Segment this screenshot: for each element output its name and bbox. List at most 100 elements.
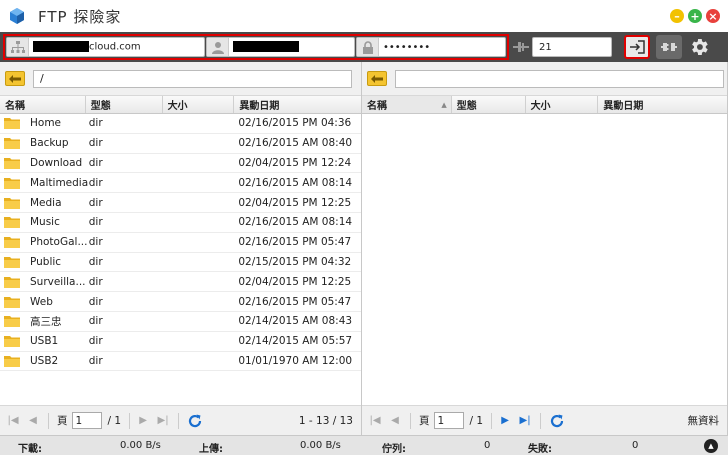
file-date: 02/14/2015 AM 08:43 [238, 315, 353, 328]
file-date: 02/16/2015 AM 08:14 [238, 176, 353, 189]
remote-path-input[interactable] [395, 69, 724, 88]
table-row[interactable]: Public dir 02/15/2015 PM 04:32 [0, 253, 361, 273]
local-pane: / 名稱 型態 大小 異動日期 Home dir 02/16/2015 PM 04:… [0, 62, 362, 435]
connect-button[interactable] [624, 35, 650, 59]
folder-icon [4, 276, 20, 288]
folder-icon [4, 256, 20, 268]
gear-icon [692, 39, 708, 55]
local-pager: |◀ ◀ 頁 1 / 1 ▶ ▶| 1 - 13 / 13 [0, 405, 361, 435]
remote-page-info: 無資料 [687, 415, 720, 427]
first-page-icon[interactable]: |◀ [368, 414, 382, 428]
table-row[interactable]: Download dir 02/04/2015 PM 12:24 [0, 154, 361, 174]
queue-label: 佇列: [382, 444, 406, 455]
folder-icon [4, 217, 20, 229]
arrow-left-icon [9, 74, 21, 83]
table-row[interactable]: USB1 dir 02/14/2015 AM 05:57 [0, 332, 361, 352]
column-type[interactable]: 型態 [452, 96, 526, 113]
first-page-icon[interactable]: |◀ [6, 414, 20, 428]
file-name-cell: PhotoGal... [0, 233, 89, 252]
close-button[interactable]: × [706, 9, 720, 23]
column-date[interactable]: 異動日期 [598, 96, 727, 113]
login-icon [630, 40, 645, 54]
prev-page-icon[interactable]: ◀ [388, 414, 402, 428]
refresh-icon[interactable] [187, 413, 203, 429]
file-name: Surveilla... [30, 275, 86, 288]
failed-value: 0 [632, 440, 639, 451]
file-name: Home [30, 117, 62, 130]
table-row[interactable]: PhotoGal... dir 02/16/2015 PM 05:47 [0, 233, 361, 253]
file-type: dir [88, 315, 103, 328]
file-name-cell: Public [0, 253, 89, 272]
column-type[interactable]: 型態 [86, 96, 163, 113]
download-label: 下載: [18, 444, 42, 455]
table-row[interactable]: 高三忠 dir 02/14/2015 AM 08:43 [0, 312, 361, 332]
table-row[interactable]: USB2 dir 01/01/1970 AM 12:00 [0, 352, 361, 372]
local-page-info: 1 - 13 / 13 [298, 414, 353, 427]
column-size[interactable]: 大小 [526, 96, 599, 113]
file-name-cell: Media [0, 193, 89, 212]
table-row[interactable]: Media dir 02/04/2015 PM 12:25 [0, 193, 361, 213]
folder-icon [4, 355, 20, 367]
remote-up-button[interactable] [367, 71, 387, 86]
table-row[interactable]: Home dir 02/16/2015 PM 04:36 [0, 114, 361, 134]
next-page-icon[interactable]: ▶ [498, 414, 512, 428]
table-row[interactable]: Backup dir 02/16/2015 AM 08:40 [0, 134, 361, 154]
cube-icon [10, 8, 24, 24]
window-controls: – + × [670, 9, 720, 23]
file-date: 02/16/2015 PM 05:47 [238, 236, 352, 249]
maximize-button[interactable]: + [688, 9, 702, 23]
file-date: 02/04/2015 PM 12:24 [238, 156, 352, 169]
column-date[interactable]: 異動日期 [234, 96, 361, 113]
folder-icon [4, 316, 20, 328]
folder-icon [4, 336, 20, 348]
last-page-icon[interactable]: ▶| [518, 414, 532, 428]
page-total: / 1 [469, 414, 484, 427]
disconnect-button[interactable] [656, 35, 682, 59]
folder-icon [4, 157, 20, 169]
file-name-cell: USB1 [0, 332, 89, 351]
file-name-cell: Backup [0, 134, 89, 153]
column-name[interactable]: 名稱 ▲ [362, 96, 452, 113]
file-name: Download [30, 156, 83, 169]
sort-asc-icon: ▲ [441, 100, 447, 109]
settings-button[interactable] [686, 35, 712, 59]
file-size [163, 134, 235, 153]
file-type: dir [88, 335, 103, 348]
folder-icon [4, 138, 20, 150]
download-value: 0.00 B/s [120, 440, 161, 451]
next-page-icon[interactable]: ▶ [136, 414, 150, 428]
page-label: 頁 [419, 415, 430, 427]
file-type: dir [88, 236, 103, 249]
table-row[interactable]: Surveilla... dir 02/04/2015 PM 12:25 [0, 272, 361, 293]
table-row[interactable]: Web dir 02/16/2015 PM 05:47 [0, 292, 361, 312]
local-page-input[interactable]: 1 [71, 412, 102, 429]
file-type: dir [88, 196, 103, 209]
file-date: 02/14/2015 AM 05:57 [238, 335, 353, 348]
column-name[interactable]: 名稱 [0, 96, 86, 113]
plug-icon [510, 38, 532, 56]
file-size [163, 173, 235, 192]
expand-icon[interactable]: ▲ [704, 439, 718, 453]
file-type: dir [88, 354, 103, 367]
table-row[interactable]: Music dir 02/16/2015 AM 08:14 [0, 213, 361, 233]
refresh-icon[interactable] [549, 413, 565, 429]
prev-page-icon[interactable]: ◀ [26, 414, 40, 428]
column-size[interactable]: 大小 [163, 96, 235, 113]
port-input[interactable]: 21 [533, 42, 552, 53]
port-field[interactable]: 21 [510, 37, 612, 57]
file-date: 02/04/2015 PM 12:25 [238, 275, 352, 288]
status-bar: 下載: 0.00 B/s 上傳: 0.00 B/s 佇列: 0 失敗: 0 ▲ [0, 435, 728, 455]
file-type: dir [88, 255, 103, 268]
file-name: USB2 [30, 354, 59, 367]
file-size [163, 352, 235, 371]
minimize-button[interactable]: – [670, 9, 684, 23]
file-date: 02/04/2015 PM 12:25 [238, 196, 352, 209]
table-row[interactable]: Maltimedia dir 02/16/2015 AM 08:14 [0, 173, 361, 194]
local-up-button[interactable] [5, 71, 25, 86]
last-page-icon[interactable]: ▶| [156, 414, 170, 428]
remote-page-input[interactable]: 1 [433, 412, 464, 429]
file-name-cell: Maltimedia [0, 173, 89, 192]
local-path-input[interactable]: / [33, 69, 352, 88]
file-size [163, 253, 235, 272]
page-total: / 1 [107, 414, 122, 427]
